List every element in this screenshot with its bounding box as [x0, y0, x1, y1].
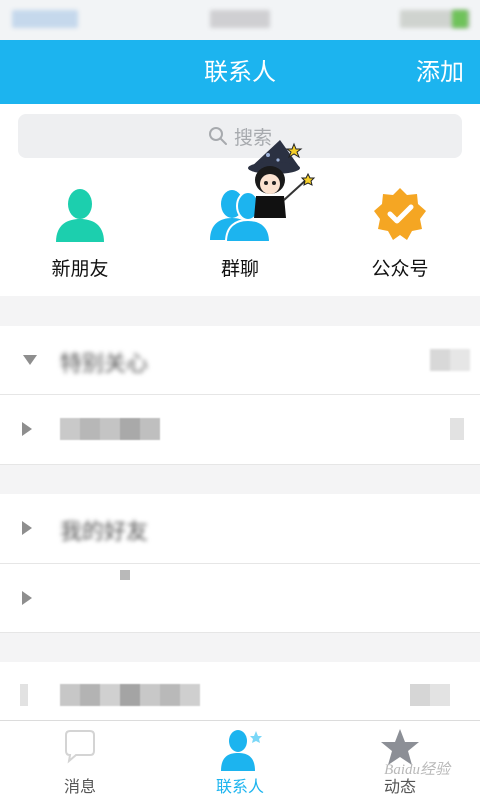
- status-bar: [0, 0, 480, 40]
- group-row-special-care[interactable]: 特别关心: [0, 326, 480, 395]
- group-row-5[interactable]: [0, 662, 480, 720]
- group-count-mosaic: [430, 349, 470, 371]
- contacts-header-panel: 搜索 新朋友 群聊 公众号: [0, 104, 480, 296]
- group-count-mosaic: [450, 418, 464, 440]
- top-navigation-bar: 联系人 添加: [0, 40, 480, 104]
- tab-contacts[interactable]: 联系人: [160, 721, 320, 801]
- status-time-mosaic: [210, 10, 270, 28]
- group-name: 我的好友: [60, 520, 149, 545]
- person-icon: [56, 189, 104, 242]
- tab-label: 消息: [63, 777, 96, 796]
- group-name-mosaic: [120, 570, 130, 580]
- group-row-4[interactable]: [0, 564, 480, 633]
- official-account-icon: [374, 188, 426, 240]
- new-friends-label: 新朋友: [51, 258, 109, 280]
- group-name-mosaic: [60, 418, 160, 440]
- message-icon: [65, 730, 95, 764]
- group-chat-label: 群聊: [220, 258, 259, 280]
- collapse-arrow-icon: [23, 355, 37, 365]
- search-input[interactable]: 搜索: [18, 114, 462, 158]
- search-icon: [208, 127, 227, 145]
- witch-mascot-icon: [248, 140, 316, 218]
- new-friends-button[interactable]: 新朋友: [20, 184, 140, 281]
- tab-label: 联系人: [215, 777, 264, 796]
- group-name-mosaic: [60, 684, 200, 706]
- status-carrier-mosaic: [12, 10, 78, 28]
- group-name-mosaic: [20, 684, 28, 706]
- group-count-mosaic: [410, 684, 450, 706]
- group-row-2[interactable]: [0, 395, 480, 465]
- expand-arrow-icon: [22, 591, 32, 605]
- add-button[interactable]: 添加: [416, 40, 464, 104]
- page-title: 联系人: [204, 58, 276, 86]
- official-accounts-label: 公众号: [371, 258, 429, 280]
- expand-arrow-icon: [22, 521, 32, 535]
- expand-arrow-icon: [22, 422, 32, 436]
- group-row-my-friends[interactable]: 我的好友: [0, 494, 480, 564]
- official-accounts-button[interactable]: 公众号: [340, 184, 460, 281]
- tab-messages[interactable]: 消息: [0, 721, 160, 801]
- baidu-watermark: Baidu经验: [384, 762, 450, 778]
- battery-icon: [452, 10, 468, 28]
- group-name: 特别关心: [60, 352, 149, 377]
- contacts-icon: [221, 730, 262, 771]
